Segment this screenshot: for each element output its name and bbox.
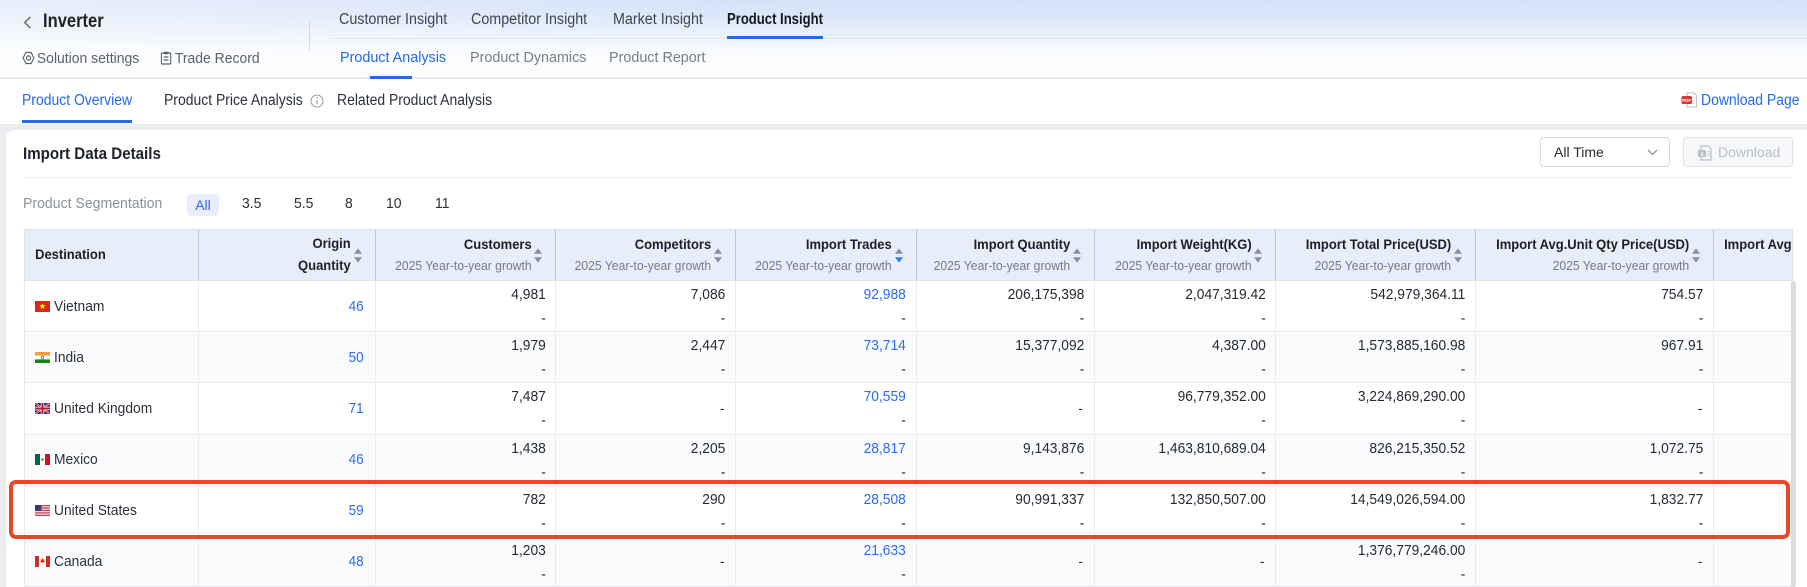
svg-text:PDF: PDF (1682, 98, 1691, 103)
svg-text:x: x (1700, 151, 1704, 158)
